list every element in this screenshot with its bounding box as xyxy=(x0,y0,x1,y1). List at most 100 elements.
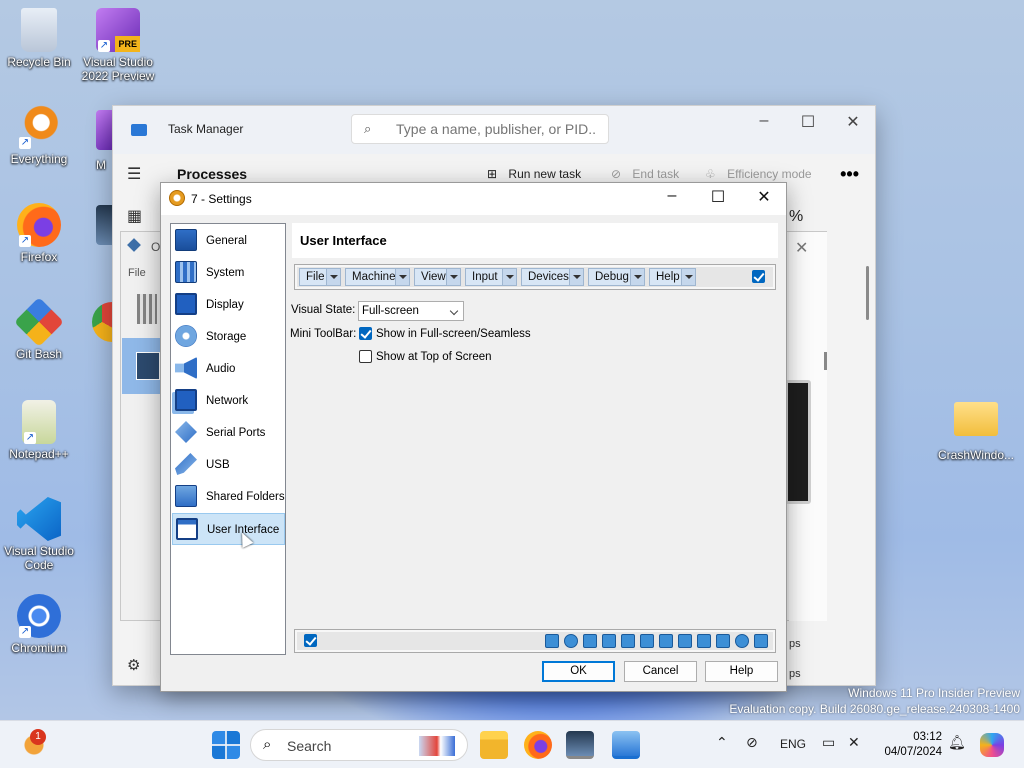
processes-nav-icon[interactable]: ▦ xyxy=(127,206,142,226)
file-menu[interactable]: File xyxy=(128,267,146,279)
status-usb-icon[interactable] xyxy=(640,634,654,648)
status-network-icon[interactable] xyxy=(621,634,635,648)
nav-item-shared-folders[interactable]: Shared Folders xyxy=(172,481,285,513)
nav-item-general[interactable]: General xyxy=(172,225,285,257)
tools-icon[interactable] xyxy=(137,294,157,324)
status-hdd-icon[interactable] xyxy=(545,634,559,648)
help-button[interactable]: Help xyxy=(705,661,778,682)
task-manager-taskbar-icon[interactable] xyxy=(612,731,640,759)
panel-header: User Interface xyxy=(292,223,778,258)
weather-widget-icon[interactable]: 1 xyxy=(20,729,48,759)
folder-icon xyxy=(954,402,998,436)
visual-state-select[interactable]: Full-screen xyxy=(358,301,464,321)
task-manager-search[interactable]: ⌕ xyxy=(351,114,609,144)
minimize-button[interactable]: – xyxy=(654,187,690,205)
menu-toggle-devices[interactable]: Devices xyxy=(521,268,584,286)
network-off-icon[interactable]: ⊘ xyxy=(746,734,758,751)
chevron-down-icon[interactable] xyxy=(395,269,409,285)
volume-muted-icon[interactable]: ✕ xyxy=(848,734,860,751)
desktop-icon-firefox[interactable]: ↗ Firefox xyxy=(1,203,77,264)
selected-vm-row[interactable] xyxy=(122,338,162,394)
virtualbox-taskbar-icon[interactable] xyxy=(566,731,594,759)
show-fullscreen-label[interactable]: Show in Full-screen/Seamless xyxy=(376,328,531,340)
chevron-down-icon[interactable] xyxy=(681,269,695,285)
minimize-button[interactable]: – xyxy=(749,112,779,130)
task-manager-scrollbar[interactable] xyxy=(866,266,869,320)
hamburger-menu-icon[interactable]: ☰ xyxy=(127,164,141,184)
partial-icon-virtualbox[interactable] xyxy=(96,205,112,245)
file-explorer-icon[interactable] xyxy=(480,731,508,759)
status-optical-icon[interactable] xyxy=(564,634,578,648)
menu-toggle-input[interactable]: Input xyxy=(465,268,517,286)
taskbar-search[interactable]: ⌕ Search xyxy=(250,729,468,761)
maximize-button[interactable]: ☐ xyxy=(700,187,736,207)
run-new-task-button[interactable]: ⊞ Run new task xyxy=(487,167,581,181)
chevron-down-icon[interactable] xyxy=(446,269,460,285)
menu-toggle-machine[interactable]: Machine xyxy=(345,268,410,286)
nav-item-network[interactable]: Network xyxy=(172,385,285,417)
close-icon[interactable]: ✕ xyxy=(795,238,808,258)
settings-gear-icon[interactable]: ⚙ xyxy=(127,656,140,674)
efficiency-mode-button[interactable]: ♧ Efficiency mode xyxy=(705,167,812,181)
desktop-icon-chromium[interactable]: ↗ Chromium xyxy=(1,594,77,655)
show-top-label[interactable]: Show at Top of Screen xyxy=(376,351,492,363)
chevron-up-icon[interactable]: ⌃ xyxy=(716,734,728,751)
show-top-checkbox[interactable] xyxy=(359,350,372,363)
chevron-down-icon[interactable] xyxy=(502,269,516,285)
desktop-icon-visual-studio-preview[interactable]: ↗ PRE Visual Studio 2022 Preview xyxy=(80,8,156,83)
status-audio-icon[interactable] xyxy=(602,634,616,648)
status-keyboard-icon[interactable] xyxy=(754,634,768,648)
status-floppy-icon[interactable] xyxy=(583,634,597,648)
status-mouse-icon[interactable] xyxy=(735,634,749,648)
close-button[interactable]: ✕ xyxy=(838,112,868,132)
display-icon[interactable]: ▭ xyxy=(822,734,835,751)
status-display-icon[interactable] xyxy=(678,634,692,648)
taskbar-clock[interactable]: 03:12 04/07/2024 xyxy=(872,730,942,760)
desktop-icon-vscode[interactable]: Visual Studio Code xyxy=(1,497,77,572)
nav-item-system[interactable]: System xyxy=(172,257,285,289)
statusbar-enabled-checkbox[interactable] xyxy=(304,634,317,647)
menu-toggle-help[interactable]: Help xyxy=(649,268,696,286)
nav-item-label: Audio xyxy=(206,363,236,375)
nav-item-serial-ports[interactable]: Serial Ports xyxy=(172,417,285,449)
notification-bell-icon[interactable]: 🔔︎ xyxy=(948,734,966,751)
menu-toggle-debug[interactable]: Debug xyxy=(588,268,645,286)
chevron-down-icon[interactable] xyxy=(326,269,340,285)
status-shared-folder-icon[interactable] xyxy=(659,634,673,648)
more-options-button[interactable]: ••• xyxy=(840,164,859,185)
menu-toggle-file[interactable]: File xyxy=(299,268,341,286)
menu-toggle-view[interactable]: View xyxy=(414,268,461,286)
task-manager-search-input[interactable] xyxy=(396,121,596,137)
nav-item-display[interactable]: Display xyxy=(172,289,285,321)
end-task-button[interactable]: ⊘ End task xyxy=(611,167,679,181)
cancel-button[interactable]: Cancel xyxy=(624,661,697,682)
audio-icon xyxy=(175,357,197,379)
copilot-icon[interactable] xyxy=(980,733,1004,757)
nav-item-storage[interactable]: Storage xyxy=(172,321,285,353)
nav-item-audio[interactable]: Audio xyxy=(172,353,285,385)
chevron-down-icon[interactable] xyxy=(569,269,583,285)
nav-item-user-interface[interactable]: User Interface xyxy=(172,513,285,548)
shortcut-arrow-icon: ↗ xyxy=(19,235,31,247)
firefox-taskbar-icon[interactable] xyxy=(524,731,552,759)
status-recording-icon[interactable] xyxy=(697,634,711,648)
show-fullscreen-checkbox[interactable] xyxy=(359,327,372,340)
chevron-down-icon[interactable] xyxy=(630,269,644,285)
nav-item-usb[interactable]: USB xyxy=(172,449,285,481)
status-cpu-icon[interactable] xyxy=(716,634,730,648)
desktop-icon-crashwindow-folder[interactable]: CrashWindo... xyxy=(934,402,1018,462)
desktop-icon-everything[interactable]: ↗ Everything xyxy=(1,105,77,166)
close-button[interactable]: ✕ xyxy=(746,187,782,207)
menubar-enabled-checkbox[interactable] xyxy=(752,270,765,283)
desktop-icon-notepad-plus-plus[interactable]: ↗ Notepad++ xyxy=(1,400,77,461)
scrollbar[interactable] xyxy=(824,352,827,370)
desktop-icon-recycle-bin[interactable]: Recycle Bin xyxy=(1,8,77,69)
partial-icon-ms[interactable] xyxy=(96,110,112,150)
partial-icon-chrome[interactable] xyxy=(92,302,112,342)
start-button-windows-icon[interactable] xyxy=(212,731,240,759)
language-indicator[interactable]: ENG xyxy=(780,737,806,751)
desktop-icon-git-bash[interactable]: Git Bash xyxy=(1,297,77,361)
menu-toggle-label: File xyxy=(306,271,325,283)
maximize-button[interactable]: ☐ xyxy=(793,112,823,132)
ok-button[interactable]: OK xyxy=(542,661,615,682)
